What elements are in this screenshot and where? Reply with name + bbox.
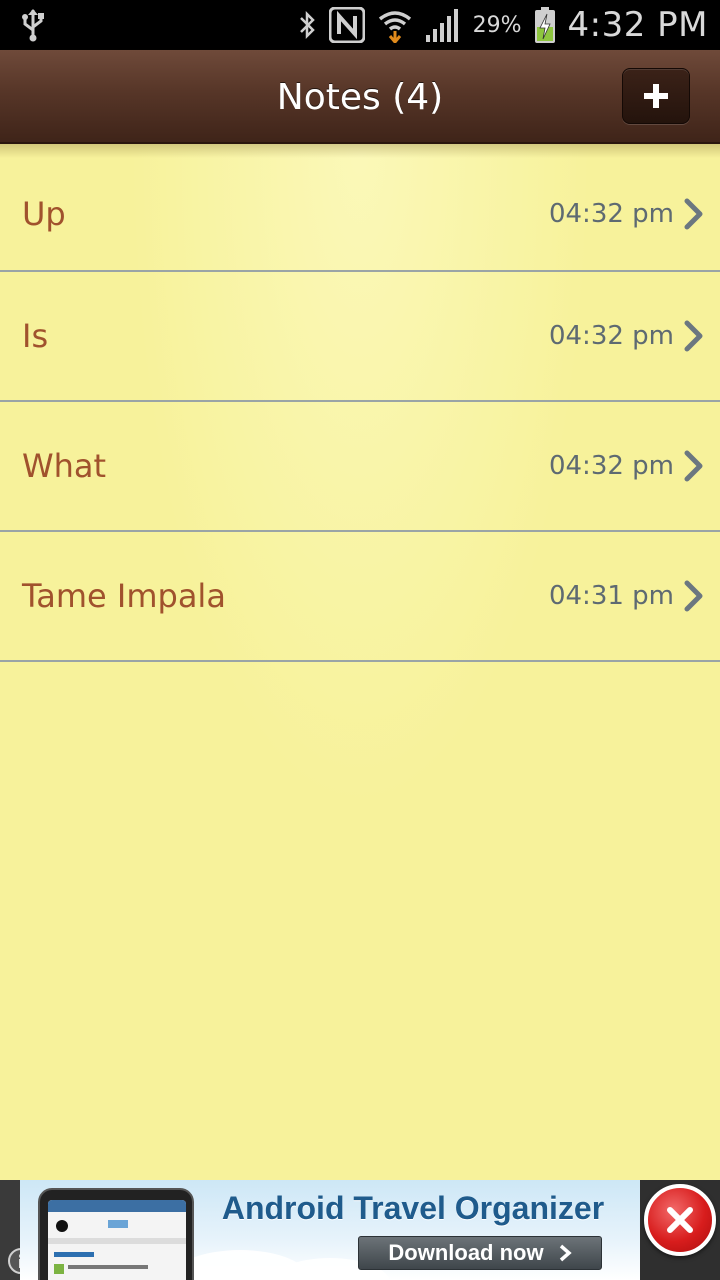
status-bar: 29% 4:32 PM: [0, 0, 720, 50]
note-title: Is: [22, 317, 49, 355]
usb-icon: [18, 8, 48, 42]
note-time: 04:32 pm: [548, 451, 674, 481]
battery-percent: 29%: [472, 12, 522, 38]
wifi-icon: [377, 7, 413, 43]
note-row[interactable]: Up 04:32 pm: [0, 158, 720, 272]
page-title: Notes (4): [276, 76, 444, 118]
status-icons: 29% 4:32 PM: [297, 0, 708, 50]
signal-icon: [425, 7, 461, 43]
ad-banner[interactable]: Android Travel Organizer Download now: [20, 1180, 640, 1280]
close-ad-button[interactable]: [644, 1184, 716, 1256]
bluetooth-icon: [297, 9, 317, 41]
app-header: Notes (4): [0, 50, 720, 144]
chevron-right-icon: [682, 532, 706, 660]
plus-icon: [642, 82, 670, 110]
note-title: Up: [22, 195, 66, 233]
battery-charging-icon: [534, 6, 556, 44]
note-list: Up 04:32 pm Is 04:32 pm What 04:32 pm Ta…: [0, 158, 720, 662]
note-row[interactable]: Tame Impala 04:31 pm: [0, 532, 720, 662]
chevron-right-icon: [682, 402, 706, 530]
clock: 4:32 PM: [567, 5, 708, 45]
ad-headline: Android Travel Organizer: [221, 1190, 605, 1226]
note-time: 04:32 pm: [548, 321, 674, 351]
ad-phone-image: [38, 1188, 194, 1280]
chevron-right-icon: [558, 1243, 572, 1263]
note-title: What: [22, 447, 107, 485]
nfc-icon: [328, 7, 365, 43]
ad-bar: Android Travel Organizer Download now: [0, 1180, 720, 1280]
close-icon: [664, 1204, 696, 1236]
ad-download-label: Download now: [388, 1240, 544, 1265]
chevron-right-icon: [682, 272, 706, 400]
note-title: Tame Impala: [22, 577, 226, 615]
notes-paper: Up 04:32 pm Is 04:32 pm What 04:32 pm Ta…: [0, 144, 720, 1180]
note-row[interactable]: What 04:32 pm: [0, 402, 720, 532]
ad-download-button[interactable]: Download now: [358, 1236, 602, 1270]
add-note-button[interactable]: [622, 68, 690, 124]
note-row[interactable]: Is 04:32 pm: [0, 272, 720, 402]
chevron-right-icon: [682, 158, 706, 270]
note-time: 04:32 pm: [548, 199, 674, 229]
note-time: 04:31 pm: [548, 581, 674, 611]
paper-shadow: [0, 144, 720, 158]
ad-phone-screen: [48, 1200, 186, 1280]
